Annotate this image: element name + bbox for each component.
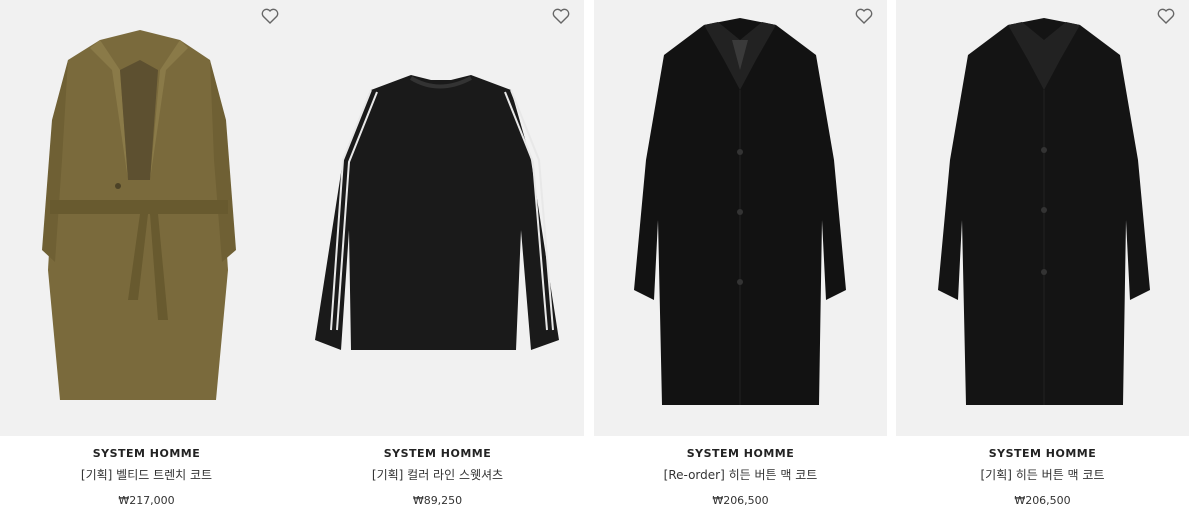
product-brand[interactable]: SYSTEM HOMME — [0, 447, 293, 461]
wishlist-heart-icon[interactable] — [1157, 8, 1175, 24]
product-name[interactable]: [Re-order] 히든 버튼 맥 코트 — [594, 467, 887, 483]
product-price: ₩206,500 — [1014, 494, 1071, 507]
wishlist-heart-icon[interactable] — [261, 8, 279, 24]
mac-coat-image — [634, 18, 846, 405]
product-info: SYSTEM HOMME [기획] 히든 버튼 맥 코트 ₩206,500 — [896, 436, 1189, 508]
product-card[interactable]: SYSTEM HOMME [기획] 컬러 라인 스웻셔츠 ₩89,250 — [291, 0, 584, 510]
product-brand[interactable]: SYSTEM HOMME — [291, 447, 584, 461]
product-image[interactable] — [896, 0, 1189, 436]
trench-coat-image — [42, 30, 236, 400]
product-card[interactable]: SYSTEM HOMME [기획] 히든 버튼 맥 코트 ₩206,500 — [896, 0, 1189, 510]
product-image[interactable] — [291, 0, 584, 436]
product-info: SYSTEM HOMME [기획] 벨티드 트렌치 코트 ₩217,000 — [0, 436, 293, 508]
product-card[interactable]: SYSTEM HOMME [Re-order] 히든 버튼 맥 코트 ₩206,… — [594, 0, 887, 510]
product-price: ₩206,500 — [712, 494, 769, 507]
wishlist-heart-icon[interactable] — [552, 8, 570, 24]
product-info: SYSTEM HOMME [기획] 컬러 라인 스웻셔츠 ₩89,250 — [291, 436, 584, 508]
product-info: SYSTEM HOMME [Re-order] 히든 버튼 맥 코트 ₩206,… — [594, 436, 887, 508]
product-brand[interactable]: SYSTEM HOMME — [594, 447, 887, 461]
wishlist-heart-icon[interactable] — [855, 8, 873, 24]
sweatshirt-image — [315, 75, 559, 350]
mac-coat-image — [938, 18, 1150, 405]
product-image[interactable] — [594, 0, 887, 436]
product-name[interactable]: [기획] 히든 버튼 맥 코트 — [896, 467, 1189, 483]
product-name[interactable]: [기획] 컬러 라인 스웻셔츠 — [291, 467, 584, 483]
product-name[interactable]: [기획] 벨티드 트렌치 코트 — [0, 467, 293, 483]
product-grid: SYSTEM HOMME [기획] 벨티드 트렌치 코트 ₩217,000 SY… — [0, 0, 1193, 510]
product-brand[interactable]: SYSTEM HOMME — [896, 447, 1189, 461]
product-card[interactable]: SYSTEM HOMME [기획] 벨티드 트렌치 코트 ₩217,000 — [0, 0, 293, 510]
product-image[interactable] — [0, 0, 293, 436]
product-price: ₩217,000 — [118, 494, 175, 507]
product-price: ₩89,250 — [412, 494, 463, 507]
